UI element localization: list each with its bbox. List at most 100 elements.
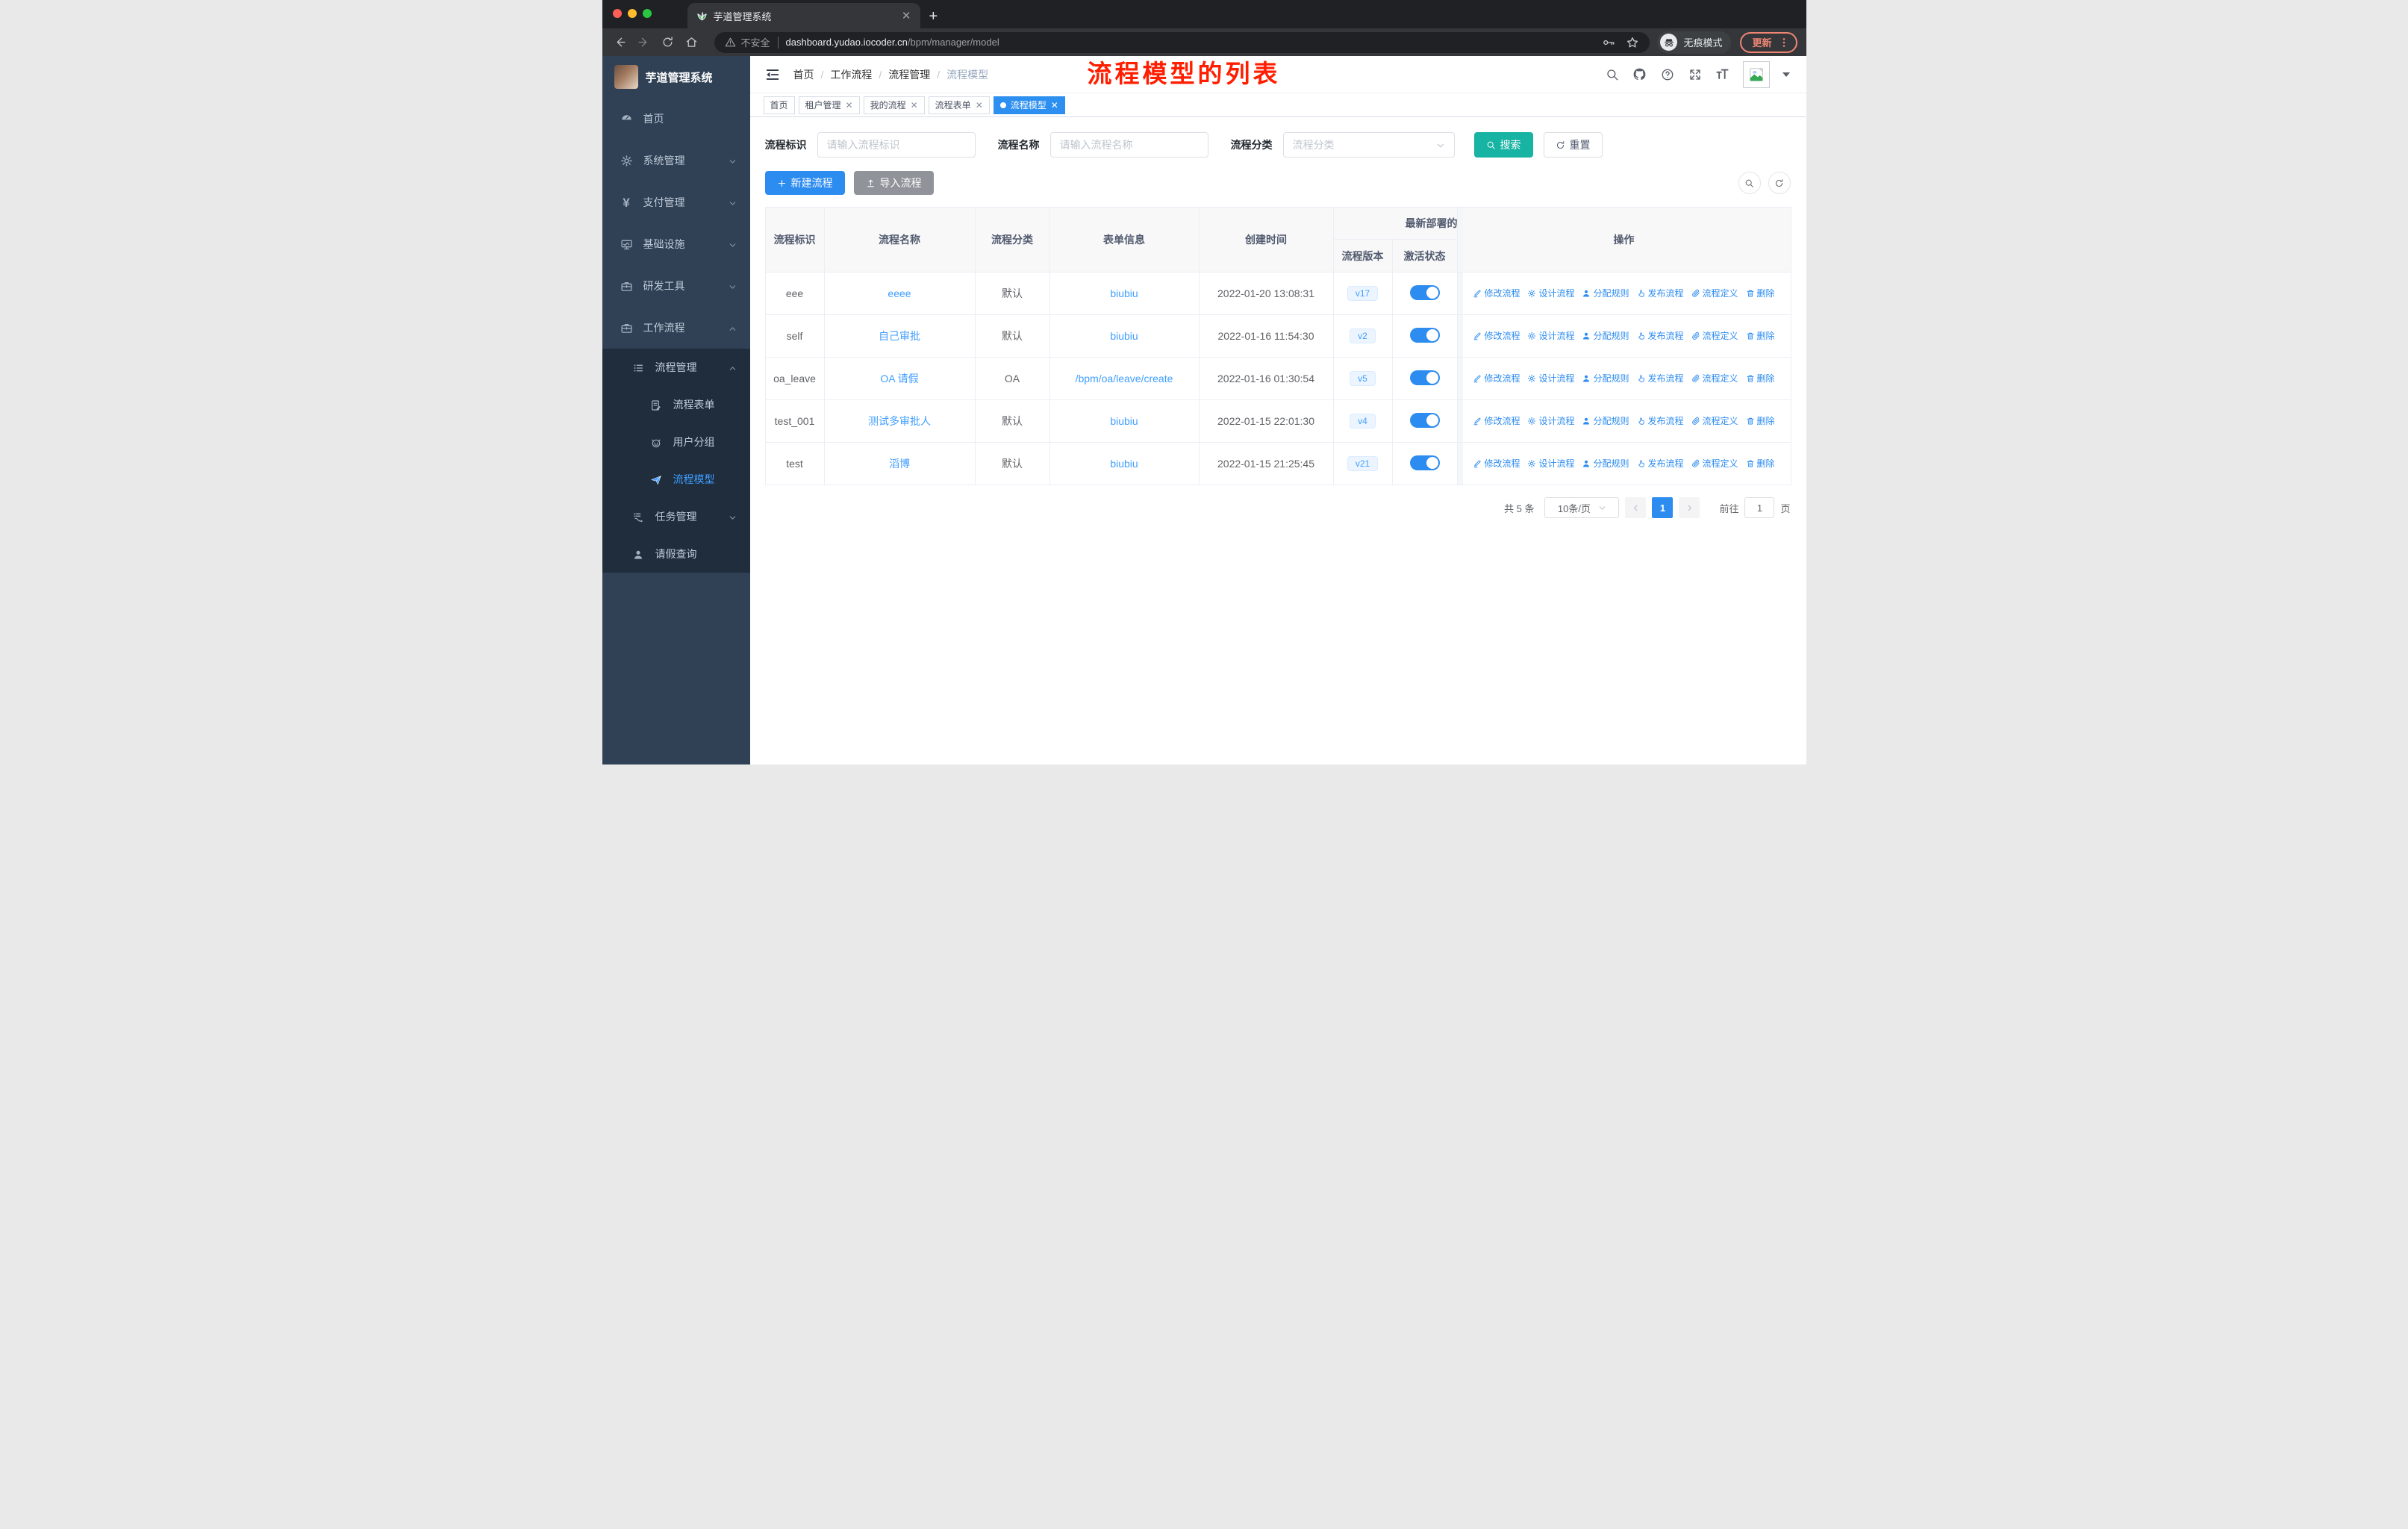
process-definition-link[interactable]: 流程定义 [1691,457,1738,470]
process-category-select[interactable]: 流程分类 [1282,132,1455,158]
delete-link[interactable]: 删除 [1746,372,1775,384]
help-icon[interactable] [1660,67,1675,82]
tab-close-icon[interactable]: ✕ [902,9,911,22]
bookmark-star-icon[interactable] [1626,36,1639,49]
sidebar-item-task-management[interactable]: 任务管理 [602,498,750,535]
assign-rule-link[interactable]: 分配规则 [1582,287,1629,299]
active-toggle[interactable] [1409,284,1440,300]
refresh-table-button[interactable] [1768,172,1791,194]
page-size-select[interactable]: 10条/页 [1544,497,1620,518]
new-tab-button[interactable]: + [929,9,938,24]
active-toggle[interactable] [1409,370,1440,385]
form-info-link[interactable]: biubiu [1110,458,1138,470]
active-toggle[interactable] [1409,327,1440,343]
toggle-search-button[interactable] [1738,172,1761,194]
active-toggle[interactable] [1409,455,1440,470]
search-icon[interactable] [1605,67,1620,82]
assign-rule-link[interactable]: 分配规则 [1582,414,1629,427]
publish-process-link[interactable]: 发布流程 [1637,372,1684,384]
modify-process-link[interactable]: 修改流程 [1473,457,1520,470]
assign-rule-link[interactable]: 分配规则 [1582,329,1629,342]
sidebar-item-infra[interactable]: 基础设施 [602,223,750,265]
tag-home[interactable]: 首页 [763,96,795,114]
process-definition-link[interactable]: 流程定义 [1691,329,1738,342]
design-process-link[interactable]: 设计流程 [1527,329,1574,342]
version-badge[interactable]: v21 [1347,456,1379,471]
delete-link[interactable]: 删除 [1746,414,1775,427]
process-key-input[interactable] [817,132,976,158]
process-definition-link[interactable]: 流程定义 [1691,372,1738,384]
sidebar-item-home[interactable]: 首页 [602,98,750,140]
version-badge[interactable]: v17 [1347,286,1379,301]
tag-process-model[interactable]: 流程模型 ✕ [993,96,1065,114]
tag-tenant[interactable]: 租户管理 ✕ [798,96,860,114]
sidebar-item-process-model[interactable]: 流程模型 [602,461,750,498]
breadcrumb-item[interactable]: 首页 [793,67,814,82]
process-name-input[interactable] [1049,132,1208,158]
close-window-button[interactable] [612,9,622,18]
process-definition-link[interactable]: 流程定义 [1691,287,1738,299]
tag-my-process[interactable]: 我的流程 ✕ [863,96,925,114]
modify-process-link[interactable]: 修改流程 [1473,414,1520,427]
modify-process-link[interactable]: 修改流程 [1473,329,1520,342]
breadcrumb-item[interactable]: 工作流程 [830,67,872,82]
home-icon[interactable] [683,34,701,52]
modify-process-link[interactable]: 修改流程 [1473,372,1520,384]
page-number-button[interactable]: 1 [1652,497,1674,518]
design-process-link[interactable]: 设计流程 [1527,457,1574,470]
modify-process-link[interactable]: 修改流程 [1473,287,1520,299]
publish-process-link[interactable]: 发布流程 [1637,287,1684,299]
sidebar-item-workflow[interactable]: 工作流程 [602,307,750,349]
goto-page-input[interactable] [1744,497,1775,518]
process-name-link[interactable]: 测试多审批人 [868,415,931,427]
create-process-button[interactable]: 新建流程 [764,171,845,195]
font-size-icon[interactable] [1715,67,1730,82]
sidebar-item-user-group[interactable]: 用户分组 [602,423,750,461]
close-icon[interactable]: ✕ [846,100,853,110]
user-avatar[interactable] [1742,60,1770,88]
key-icon[interactable] [1602,36,1615,49]
form-info-link[interactable]: biubiu [1110,415,1138,427]
process-name-link[interactable]: 滔博 [889,458,910,470]
zoom-window-button[interactable] [642,9,652,18]
assign-rule-link[interactable]: 分配规则 [1582,457,1629,470]
form-info-link[interactable]: biubiu [1110,330,1138,342]
minimize-window-button[interactable] [627,9,637,18]
version-badge[interactable]: v5 [1350,371,1376,386]
sidebar-item-system[interactable]: 系统管理 [602,140,750,181]
form-info-link[interactable]: biubiu [1110,287,1138,299]
sidebar-item-devtools[interactable]: 研发工具 [602,265,750,307]
process-name-link[interactable]: OA 请假 [880,373,918,384]
version-badge[interactable]: v2 [1350,328,1376,343]
delete-link[interactable]: 删除 [1746,287,1775,299]
close-icon[interactable]: ✕ [1051,100,1058,110]
process-name-link[interactable]: 自己审批 [879,330,920,342]
version-badge[interactable]: v4 [1350,414,1376,429]
assign-rule-link[interactable]: 分配规则 [1582,372,1629,384]
import-process-button[interactable]: 导入流程 [853,171,934,195]
publish-process-link[interactable]: 发布流程 [1637,457,1684,470]
publish-process-link[interactable]: 发布流程 [1637,329,1684,342]
sidebar-item-payment[interactable]: ¥ 支付管理 [602,181,750,223]
github-icon[interactable] [1632,67,1647,82]
collapse-sidebar-icon[interactable] [764,66,782,84]
delete-link[interactable]: 删除 [1746,457,1775,470]
form-info-link[interactable]: /bpm/oa/leave/create [1076,373,1173,384]
design-process-link[interactable]: 设计流程 [1527,287,1574,299]
fullscreen-icon[interactable] [1688,67,1703,82]
publish-process-link[interactable]: 发布流程 [1637,414,1684,427]
prev-page-button[interactable] [1625,497,1647,518]
close-icon[interactable]: ✕ [976,100,983,110]
forward-icon[interactable] [635,34,653,52]
tag-process-form[interactable]: 流程表单 ✕ [928,96,990,114]
back-icon[interactable] [611,34,629,52]
reload-icon[interactable] [659,34,677,52]
close-icon[interactable]: ✕ [911,100,918,110]
search-button[interactable]: 搜索 [1473,132,1533,158]
active-toggle[interactable] [1409,412,1440,428]
sidebar-item-process-form[interactable]: 流程表单 [602,386,750,423]
next-page-button[interactable] [1679,497,1700,518]
update-browser-button[interactable]: 更新 [1740,31,1797,53]
reset-button[interactable]: 重置 [1543,132,1603,158]
breadcrumb-item[interactable]: 流程管理 [888,67,930,82]
